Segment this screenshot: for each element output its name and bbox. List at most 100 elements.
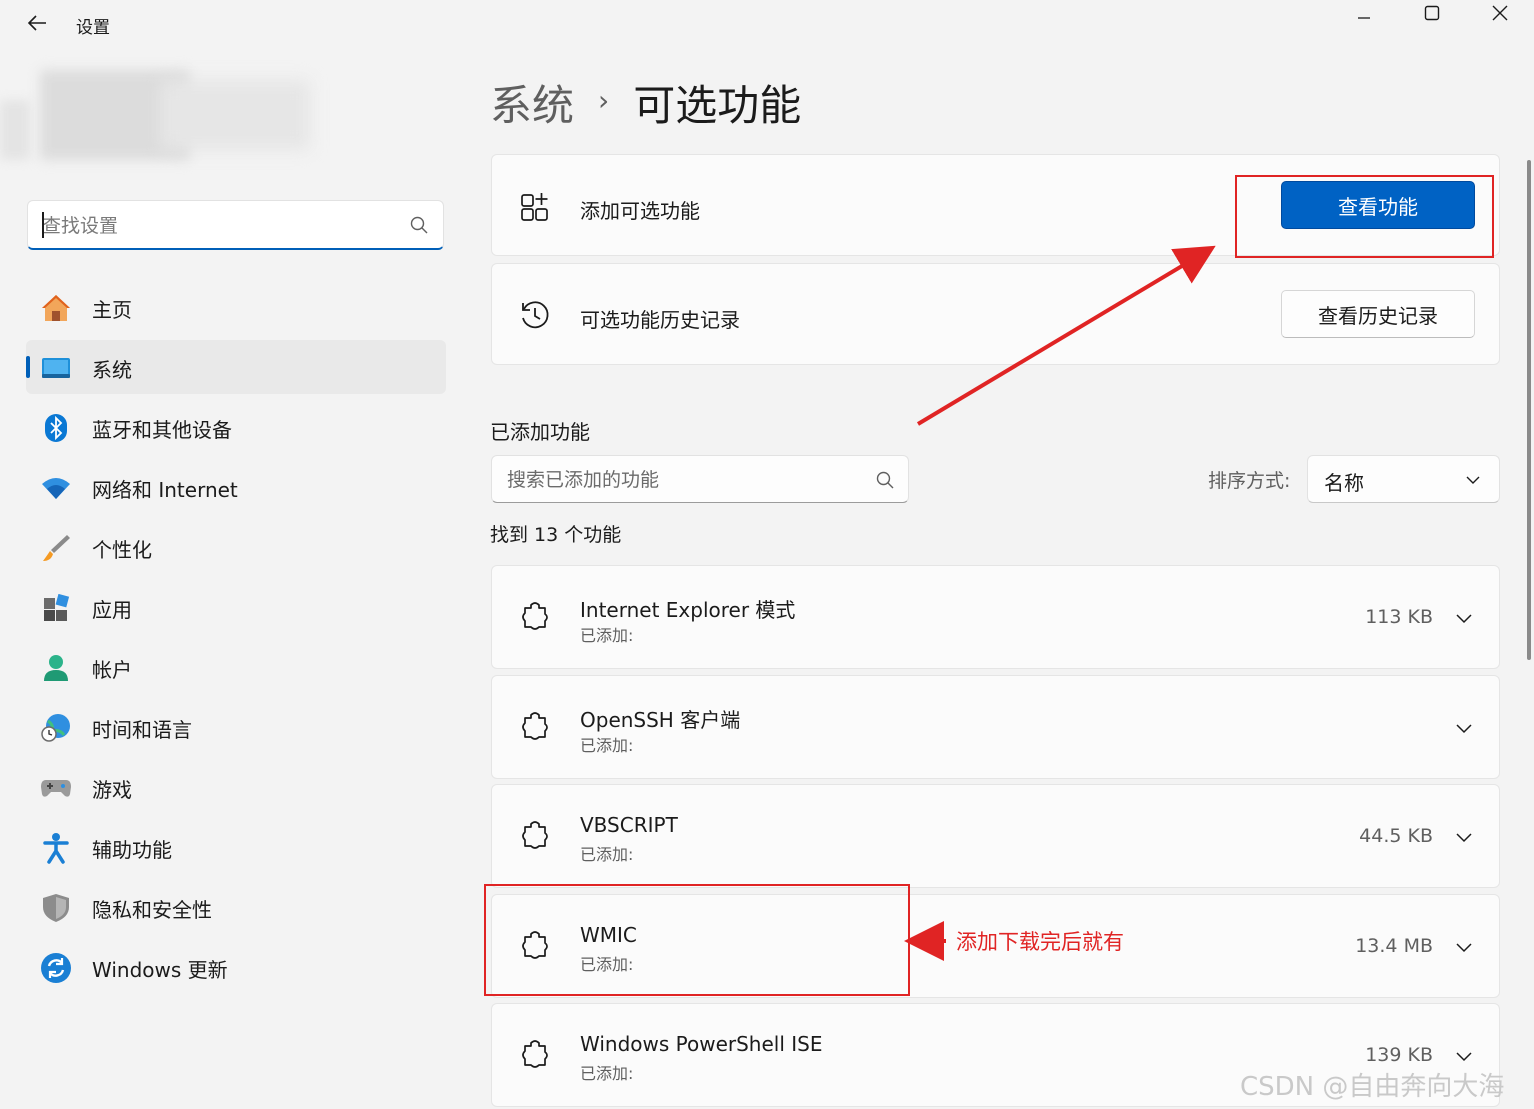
title-bar: 设置	[0, 0, 1534, 48]
add-feature-icon	[518, 189, 552, 223]
feature-status: 已添加:	[580, 955, 634, 974]
maximize-icon	[1424, 5, 1440, 21]
add-feature-title: 添加可选功能	[580, 199, 700, 223]
shield-icon	[40, 893, 72, 923]
text-caret	[42, 212, 44, 238]
back-arrow-icon	[27, 15, 46, 31]
sort-dropdown[interactable]: 名称	[1307, 455, 1500, 503]
feature-size: 139 KB	[1365, 1044, 1433, 1066]
annotation-note: 添加下载完后就有	[956, 930, 1124, 954]
view-history-button[interactable]: 查看历史记录	[1281, 290, 1475, 338]
sidebar-item-apps[interactable]: 应用	[26, 580, 446, 634]
chevron-down-icon[interactable]	[1455, 609, 1473, 627]
minimize-icon	[1358, 17, 1370, 19]
chevron-down-icon[interactable]	[1455, 719, 1473, 737]
sidebar-item-label: 应用	[92, 598, 132, 622]
page-title: 可选功能	[633, 81, 802, 130]
feature-status: 已添加:	[580, 736, 634, 755]
sidebar-item-label: 帐户	[92, 658, 132, 682]
breadcrumb: 系统 › 可选功能	[490, 72, 801, 133]
sidebar-item-label: 游戏	[92, 778, 132, 802]
feature-item[interactable]: Internet Explorer 模式 已添加: 113 KB	[491, 565, 1500, 669]
chevron-down-icon[interactable]	[1455, 1047, 1473, 1065]
sidebar-item-label: 系统	[92, 358, 132, 382]
sidebar-item-bluetooth[interactable]: 蓝牙和其他设备	[26, 400, 446, 454]
sidebar-item-accounts[interactable]: 帐户	[26, 640, 446, 694]
puzzle-icon	[518, 600, 552, 634]
feature-status: 已添加:	[580, 845, 634, 864]
feature-name: OpenSSH 客户端	[580, 708, 741, 732]
sidebar-item-label: Windows 更新	[92, 958, 228, 982]
minimize-button[interactable]	[1330, 0, 1398, 26]
chevron-down-icon[interactable]	[1455, 938, 1473, 956]
maximize-button[interactable]	[1398, 0, 1466, 26]
settings-search-input[interactable]	[42, 213, 382, 239]
globe-clock-icon	[40, 713, 72, 743]
accessibility-icon	[40, 833, 72, 864]
sidebar-item-network[interactable]: 网络和 Internet	[26, 460, 446, 514]
sidebar-item-privacy[interactable]: 隐私和安全性	[26, 880, 446, 934]
sidebar-item-label: 网络和 Internet	[92, 478, 238, 502]
user-profile-blurred	[0, 60, 330, 175]
chevron-down-icon	[1466, 476, 1480, 484]
breadcrumb-parent-link[interactable]: 系统	[490, 72, 574, 133]
sidebar-item-label: 隐私和安全性	[92, 898, 212, 922]
gamepad-icon	[40, 773, 72, 803]
sidebar-item-label: 主页	[92, 298, 132, 322]
feature-size: 113 KB	[1365, 606, 1433, 628]
scrollbar-thumb[interactable]	[1527, 160, 1531, 660]
puzzle-icon	[518, 1038, 552, 1072]
found-count: 找到 13 个功能	[490, 524, 622, 546]
installed-search-box[interactable]	[491, 455, 909, 503]
settings-search-box[interactable]	[27, 200, 444, 250]
add-feature-card: 添加可选功能 查看功能	[491, 154, 1500, 256]
wifi-icon	[40, 473, 72, 503]
feature-size: 44.5 KB	[1359, 825, 1433, 847]
sidebar-item-windows-update[interactable]: Windows 更新	[26, 940, 446, 994]
chevron-right-icon: ›	[598, 84, 610, 117]
installed-search-input[interactable]	[507, 467, 847, 493]
sidebar-item-label: 辅助功能	[92, 838, 172, 862]
app-title: 设置	[76, 18, 110, 38]
sidebar-item-label: 个性化	[92, 538, 152, 562]
puzzle-icon	[518, 819, 552, 853]
search-icon	[410, 216, 428, 234]
feature-status: 已添加:	[580, 626, 634, 645]
system-icon	[40, 353, 72, 383]
installed-section-title: 已添加功能	[490, 420, 590, 444]
feature-name: WMIC	[580, 923, 637, 947]
sort-label: 排序方式:	[1208, 470, 1291, 492]
view-features-button[interactable]: 查看功能	[1281, 181, 1475, 229]
sidebar-nav: 主页 系统 蓝牙和其他设备 网络和 Internet 个性化 应用 帐户 时间和…	[26, 280, 446, 1000]
feature-name: Windows PowerShell ISE	[580, 1032, 823, 1056]
puzzle-icon	[518, 710, 552, 744]
history-title: 可选功能历史记录	[580, 308, 740, 332]
history-icon	[518, 298, 552, 332]
feature-item[interactable]: VBSCRIPT 已添加: 44.5 KB	[491, 784, 1500, 888]
sort-selected-value: 名称	[1324, 471, 1364, 495]
feature-size: 13.4 MB	[1355, 935, 1433, 957]
puzzle-icon	[518, 929, 552, 963]
sidebar-item-system[interactable]: 系统	[26, 340, 446, 394]
apps-icon	[40, 593, 72, 623]
sidebar-item-label: 蓝牙和其他设备	[92, 418, 232, 442]
account-icon	[40, 653, 72, 683]
close-button[interactable]	[1466, 0, 1534, 26]
sidebar-item-time-language[interactable]: 时间和语言	[26, 700, 446, 754]
feature-name: VBSCRIPT	[580, 813, 678, 837]
update-icon	[40, 953, 72, 983]
feature-name: Internet Explorer 模式	[580, 598, 796, 622]
feature-status: 已添加:	[580, 1064, 634, 1083]
brush-icon	[40, 533, 72, 563]
feature-item[interactable]: OpenSSH 客户端 已添加:	[491, 675, 1500, 779]
sidebar-item-home[interactable]: 主页	[26, 280, 446, 334]
sidebar-item-accessibility[interactable]: 辅助功能	[26, 820, 446, 874]
feature-history-card: 可选功能历史记录 查看历史记录	[491, 263, 1500, 365]
close-icon	[1492, 5, 1508, 21]
watermark: CSDN @自由奔向大海	[1240, 1072, 1505, 1102]
back-button[interactable]	[20, 8, 54, 38]
sidebar-item-personalization[interactable]: 个性化	[26, 520, 446, 574]
sidebar-item-gaming[interactable]: 游戏	[26, 760, 446, 814]
sidebar-item-label: 时间和语言	[92, 718, 192, 742]
chevron-down-icon[interactable]	[1455, 828, 1473, 846]
